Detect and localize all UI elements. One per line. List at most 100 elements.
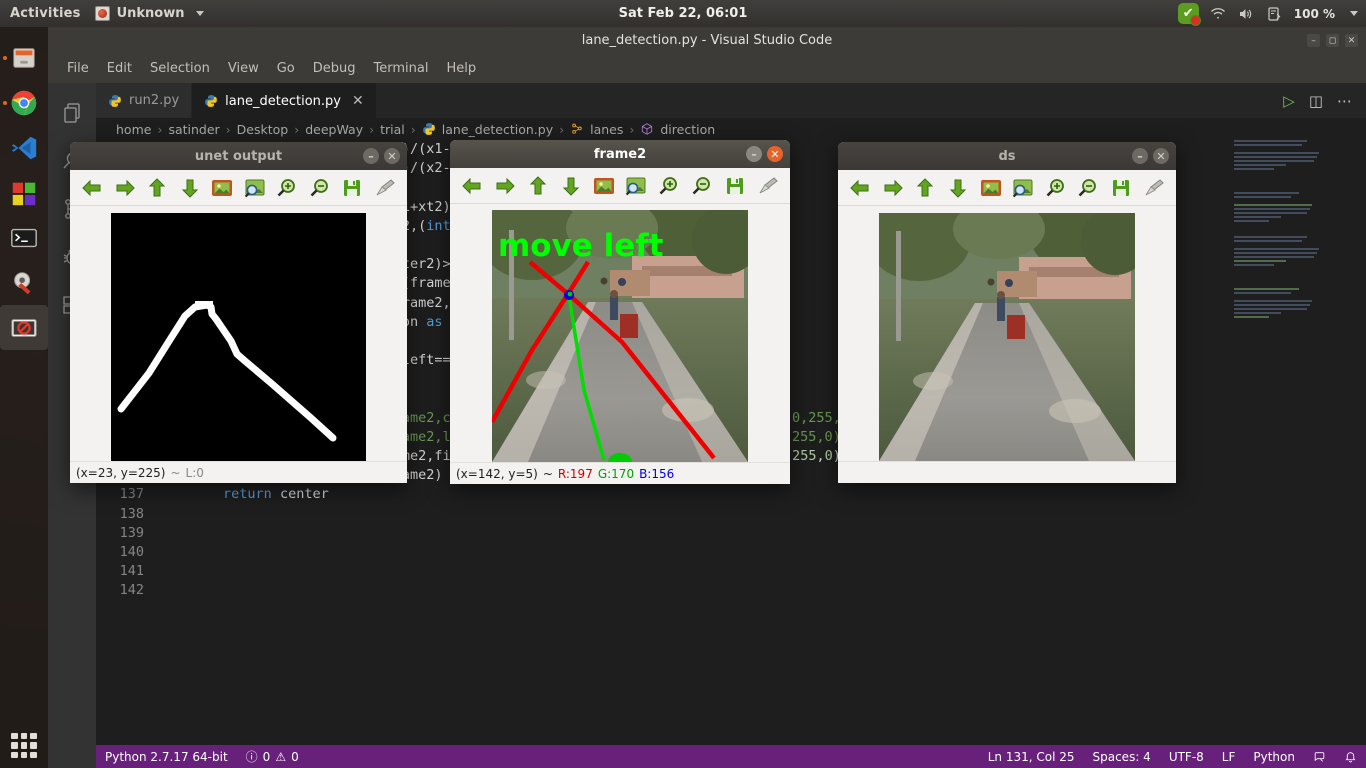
window-title-bar[interactable]: frame2 – ✕ xyxy=(450,140,790,168)
pan-down-icon[interactable] xyxy=(942,173,975,203)
pan-down-icon[interactable] xyxy=(554,171,587,201)
zoom-out-icon[interactable] xyxy=(686,171,719,201)
code-line[interactable] xyxy=(158,581,1366,600)
zoom-in-icon[interactable] xyxy=(653,171,686,201)
raw-road-image[interactable] xyxy=(879,213,1135,461)
menu-go[interactable]: Go xyxy=(268,57,304,80)
close-button[interactable]: ✕ xyxy=(1345,34,1358,47)
brush-icon[interactable] xyxy=(369,173,402,203)
pan-left-icon[interactable] xyxy=(844,173,877,203)
breadcrumb-method[interactable]: direction xyxy=(660,122,715,137)
pan-up-icon[interactable] xyxy=(522,171,555,201)
code-line[interactable] xyxy=(158,543,1366,562)
show-applications-button[interactable] xyxy=(0,723,48,768)
lane-detection-frame[interactable]: move left xyxy=(492,210,748,462)
tab-run2[interactable]: run2.py xyxy=(96,83,193,118)
close-button[interactable]: ✕ xyxy=(767,146,783,162)
breadcrumb-satinder[interactable]: satinder xyxy=(168,122,219,137)
zoom-region-icon[interactable] xyxy=(239,173,272,203)
dock-item-windows[interactable] xyxy=(0,170,48,215)
image-canvas[interactable] xyxy=(838,206,1176,461)
system-indicators[interactable]: ✔ 100 % xyxy=(1177,3,1358,26)
close-button[interactable]: ✕ xyxy=(384,148,400,164)
sidebar-item-manage[interactable] xyxy=(48,720,96,768)
breadcrumb-file[interactable]: lane_detection.py xyxy=(442,122,553,137)
save-icon[interactable] xyxy=(336,173,369,203)
pan-left-icon[interactable] xyxy=(76,173,109,203)
save-icon[interactable] xyxy=(1105,173,1138,203)
software-update-icon[interactable]: ✔ xyxy=(1177,3,1201,26)
menu-view[interactable]: View xyxy=(219,57,268,80)
menu-edit[interactable]: Edit xyxy=(98,57,141,80)
pan-right-icon[interactable] xyxy=(109,173,142,203)
window-title-bar[interactable]: ds – ✕ xyxy=(838,142,1176,170)
dock-item-chrome[interactable] xyxy=(0,80,48,125)
chevron-down-icon[interactable] xyxy=(1350,11,1358,16)
close-icon[interactable]: ✕ xyxy=(352,94,364,108)
pan-down-icon[interactable] xyxy=(174,173,207,203)
save-icon[interactable] xyxy=(718,171,751,201)
close-button[interactable]: ✕ xyxy=(1153,148,1169,164)
opencv-toolbar[interactable] xyxy=(450,168,790,204)
dock-item-vscode[interactable] xyxy=(0,125,48,170)
zoom-out-icon[interactable] xyxy=(1072,173,1105,203)
dock-item-settings[interactable] xyxy=(0,260,48,305)
status-problems[interactable]: ⓘ 0 ⚠ 0 xyxy=(237,748,308,765)
window-controls[interactable]: – ✕ xyxy=(1132,148,1169,164)
zoom-out-icon[interactable] xyxy=(304,173,337,203)
opencv-window-frame2[interactable]: frame2 – ✕ move left (x=142, y=5) ~ R:19… xyxy=(450,140,790,484)
minimize-button[interactable]: – xyxy=(363,148,379,164)
minimize-button[interactable]: – xyxy=(1132,148,1148,164)
breadcrumb-home[interactable]: home xyxy=(116,122,151,137)
fit-image-icon[interactable] xyxy=(974,173,1007,203)
breadcrumb-deepway[interactable]: deepWay xyxy=(305,122,363,137)
window-title-bar[interactable]: unet output – ✕ xyxy=(70,142,407,170)
status-eol[interactable]: LF xyxy=(1213,750,1245,764)
menu-file[interactable]: File xyxy=(58,57,98,80)
dock-item-terminal[interactable] xyxy=(0,215,48,260)
menu-selection[interactable]: Selection xyxy=(141,57,219,80)
zoom-region-icon[interactable] xyxy=(1007,173,1040,203)
zoom-in-icon[interactable] xyxy=(1040,173,1073,203)
window-controls[interactable]: – ◻ ✕ xyxy=(1307,34,1358,47)
breadcrumb-desktop[interactable]: Desktop xyxy=(237,122,289,137)
code-line[interactable]: return center xyxy=(158,485,1366,504)
opencv-toolbar[interactable] xyxy=(838,170,1176,206)
dock-item-recorder[interactable] xyxy=(0,305,48,350)
battery-icon[interactable] xyxy=(1266,5,1283,22)
status-cursor-position[interactable]: Ln 131, Col 25 xyxy=(979,750,1084,764)
code-line[interactable] xyxy=(158,505,1366,524)
maximize-button[interactable]: ◻ xyxy=(1326,34,1339,47)
image-canvas[interactable]: move left xyxy=(450,204,790,462)
tab-lane-detection[interactable]: lane_detection.py ✕ xyxy=(192,83,377,118)
minimize-button[interactable]: – xyxy=(746,146,762,162)
pan-up-icon[interactable] xyxy=(141,173,174,203)
brush-icon[interactable] xyxy=(751,171,784,201)
status-python-version[interactable]: Python 2.7.17 64-bit xyxy=(96,750,237,764)
pan-right-icon[interactable] xyxy=(489,171,522,201)
dock-item-files[interactable] xyxy=(0,35,48,80)
fit-image-icon[interactable] xyxy=(587,171,620,201)
opencv-window-unet-output[interactable]: unet output – ✕ (x=23, y=225) ~ L:0 xyxy=(70,142,407,483)
opencv-toolbar[interactable] xyxy=(70,170,407,206)
sidebar-item-explorer[interactable] xyxy=(48,89,96,137)
window-controls[interactable]: – ✕ xyxy=(746,146,783,162)
breadcrumb-class[interactable]: lanes xyxy=(590,122,623,137)
volume-icon[interactable] xyxy=(1238,5,1255,22)
breadcrumb[interactable]: home › satinder › Desktop › deepWay › tr… xyxy=(96,118,1366,140)
bell-icon[interactable] xyxy=(1335,750,1366,763)
window-controls[interactable]: – ✕ xyxy=(363,148,400,164)
unet-segmentation-image[interactable] xyxy=(111,213,366,461)
split-editor-icon[interactable]: ◫ xyxy=(1309,92,1323,110)
breadcrumb-trial[interactable]: trial xyxy=(380,122,405,137)
pan-left-icon[interactable] xyxy=(456,171,489,201)
clock[interactable]: Sat Feb 22, 06:01 xyxy=(0,6,1366,21)
status-indentation[interactable]: Spaces: 4 xyxy=(1084,750,1160,764)
zoom-region-icon[interactable] xyxy=(620,171,653,201)
opencv-window-ds[interactable]: ds – ✕ xyxy=(838,142,1176,483)
menu-terminal[interactable]: Terminal xyxy=(365,57,438,80)
menu-bar[interactable]: File Edit Selection View Go Debug Termin… xyxy=(48,54,1366,83)
status-language-mode[interactable]: Python xyxy=(1244,750,1304,764)
menu-debug[interactable]: Debug xyxy=(304,57,365,80)
more-actions-icon[interactable]: ⋯ xyxy=(1337,92,1352,110)
